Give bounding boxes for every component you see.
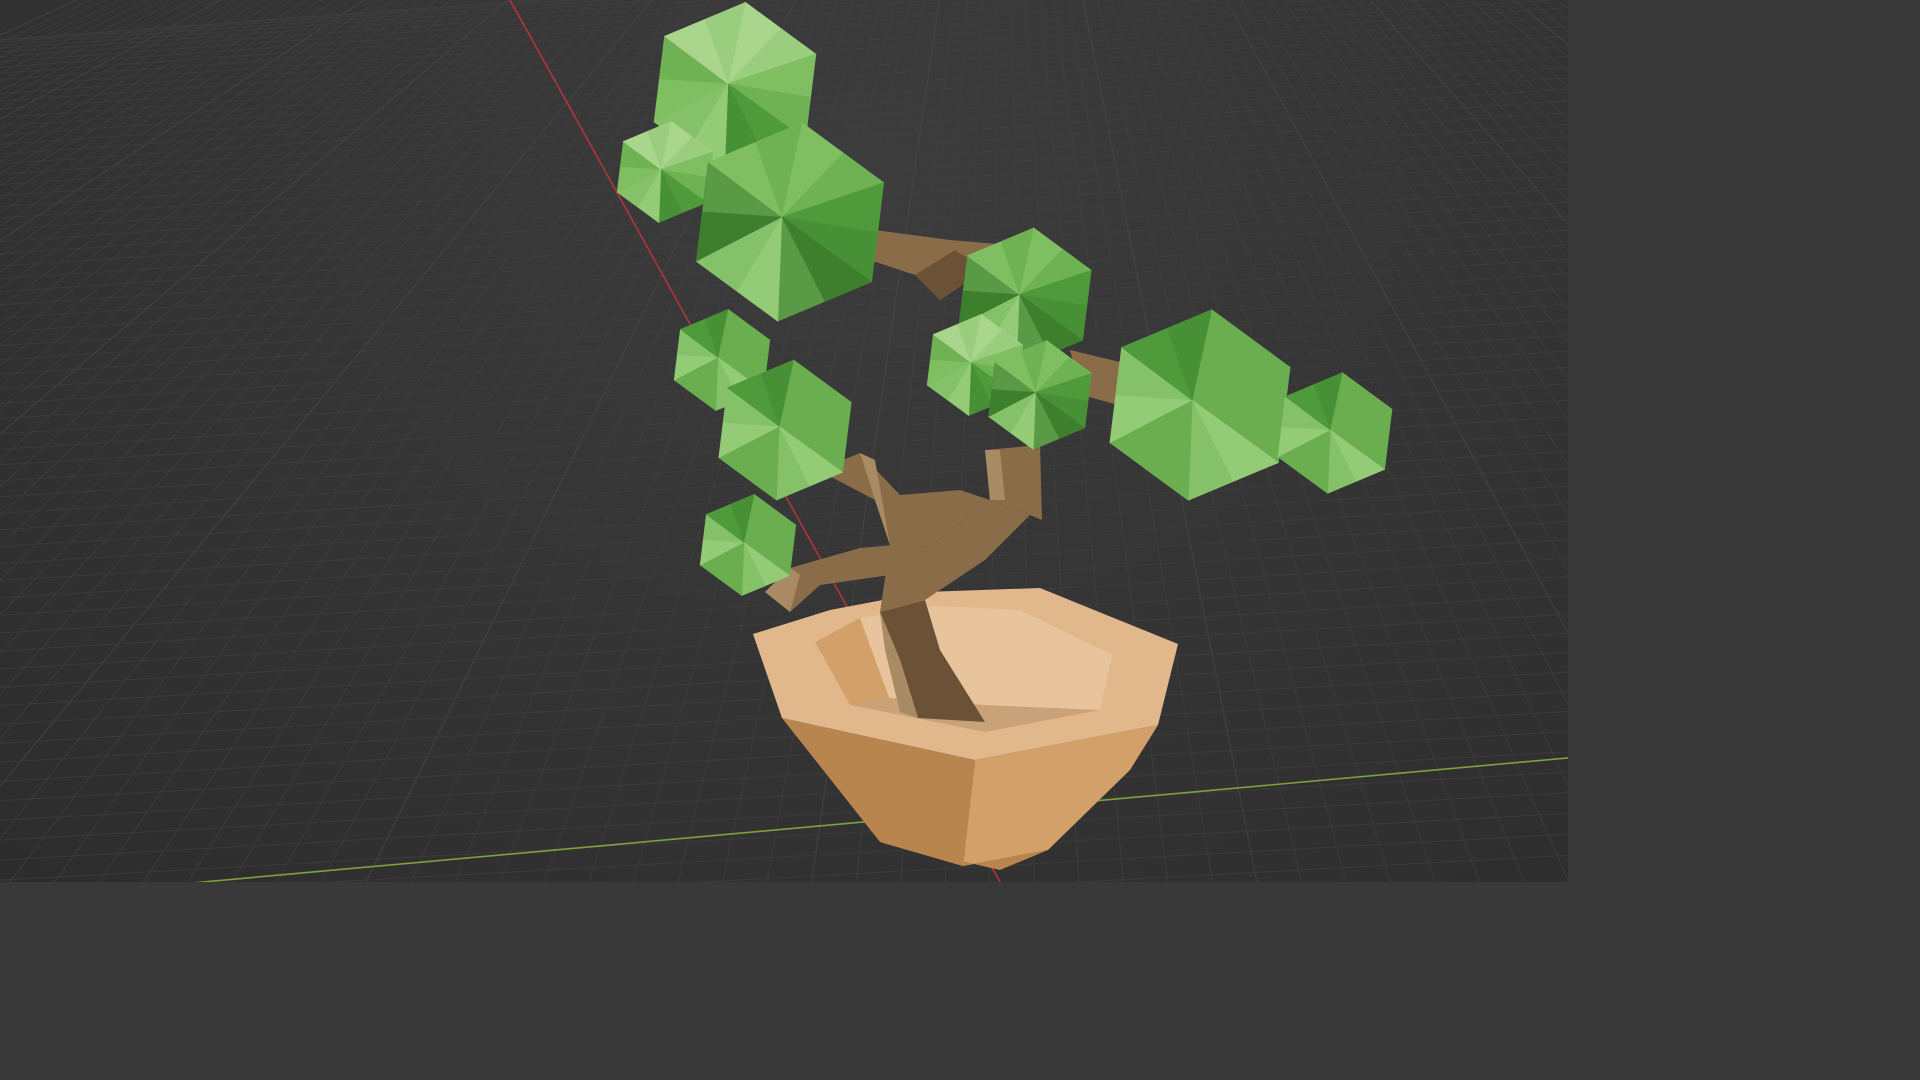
foliage-right-large[interactable] (1109, 309, 1291, 501)
pot[interactable] (753, 588, 1178, 870)
scene-canvas[interactable] (0, 0, 1568, 882)
3d-viewport[interactable] (0, 0, 1568, 882)
x-axis-line (194, 757, 1568, 882)
foliage-right-far[interactable] (1277, 372, 1393, 494)
